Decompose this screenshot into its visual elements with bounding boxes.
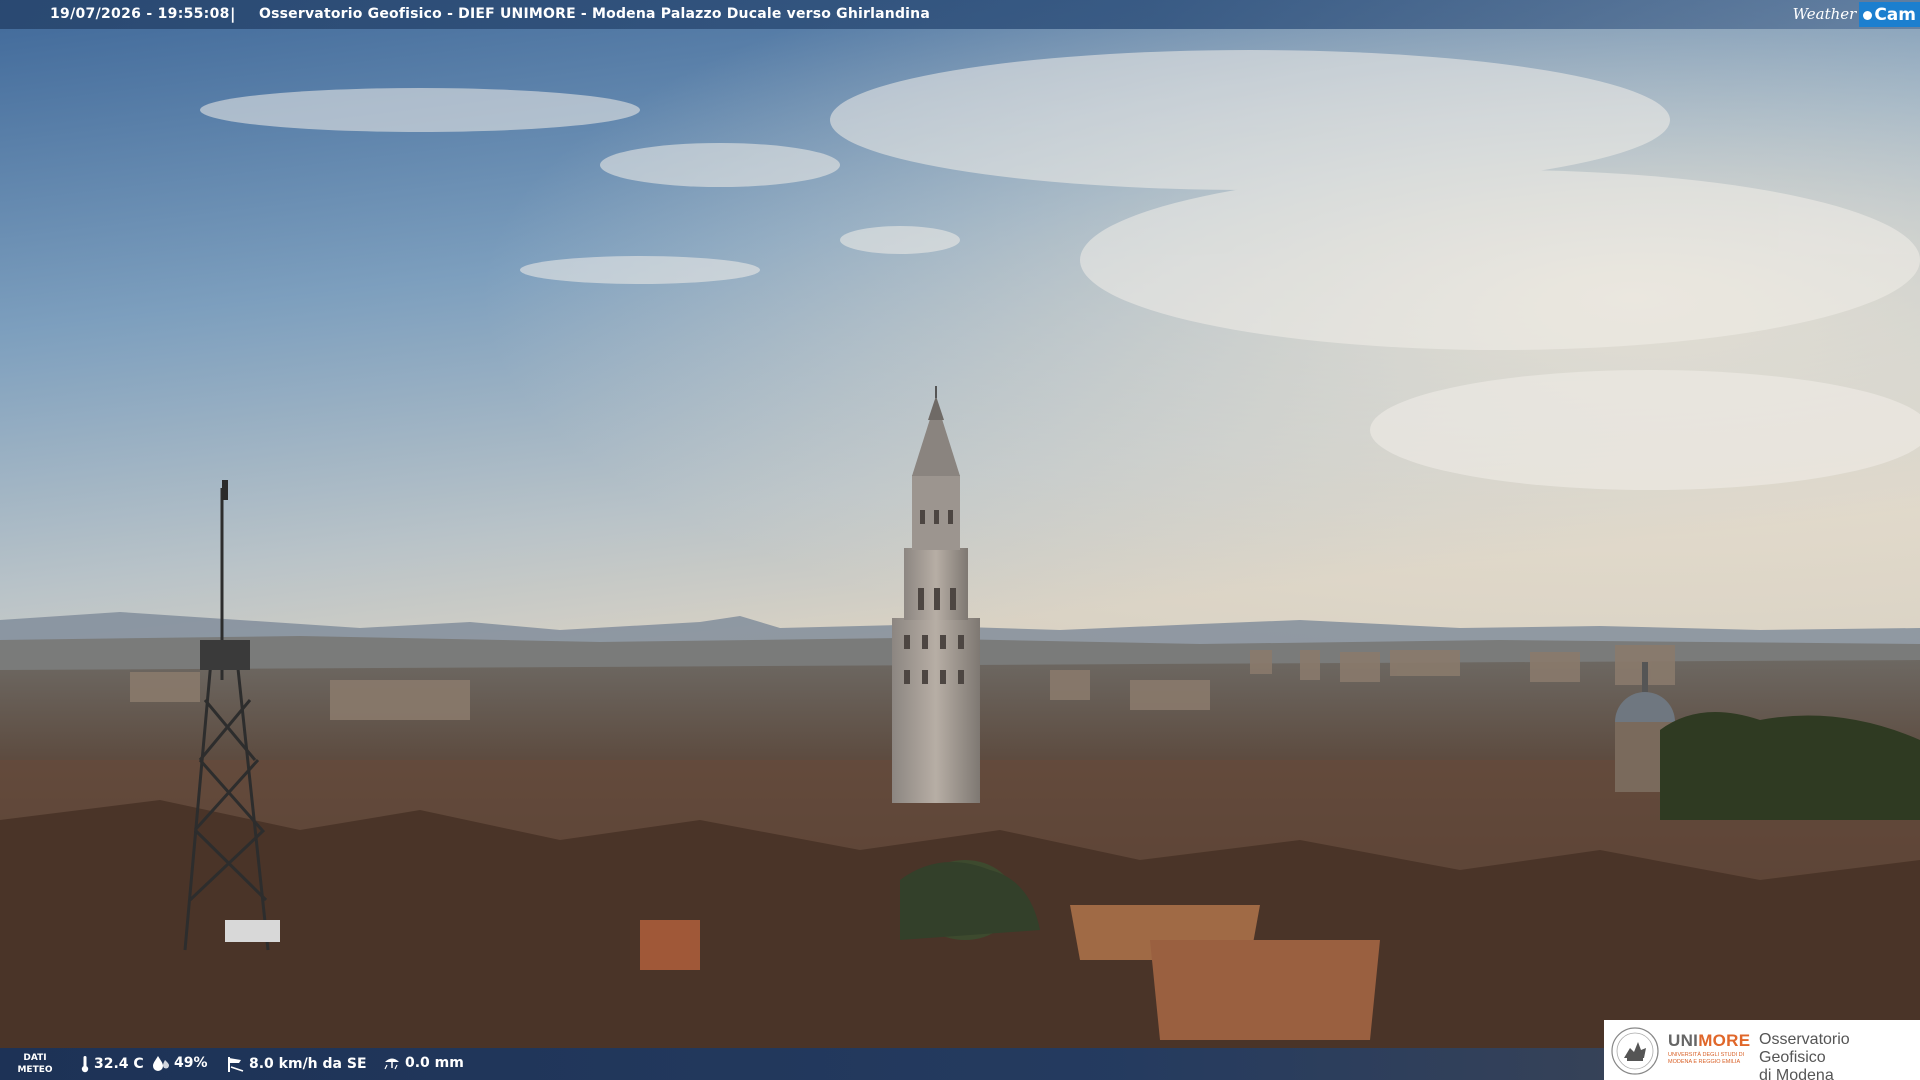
weather-data-label-line1: DATI <box>23 1053 47 1063</box>
caption-separator: | <box>230 5 236 23</box>
weathercam-weather-text: Weather <box>1792 5 1857 23</box>
wind-reading: 8.0 km/h da SE <box>225 1055 367 1073</box>
observatory-name: Osservatorio Geofisico di Modena <box>1759 1031 1920 1080</box>
weather-data-label: DATI METEO <box>16 1052 54 1076</box>
webcam-lens-icon <box>1863 10 1873 20</box>
unimore-suffix: MORE <box>1698 1031 1751 1050</box>
weathercam-badge: Cam <box>1859 2 1920 27</box>
capture-datetime: 19/07/2026 - 19:55:08 <box>50 6 230 22</box>
unimore-logo: UNIMORE UNIVERSITÀ DEGLI STUDI DI MODENA… <box>1604 1020 1920 1080</box>
temperature-reading: 32.4 C <box>80 1055 144 1073</box>
weathercam-cam-text: Cam <box>1874 5 1916 25</box>
weathercam-logo: Weather Cam <box>1793 2 1920 27</box>
thermometer-icon <box>81 1056 89 1073</box>
university-seal-icon <box>1611 1027 1659 1075</box>
weather-data-bar: DATI METEO 32.4 C 49% 8.0 km/h da SE 0.0… <box>0 1048 1604 1080</box>
unimore-wordmark: UNIMORE <box>1668 1031 1750 1051</box>
unimore-subtitle: UNIVERSITÀ DEGLI STUDI DI MODENA E REGGI… <box>1668 1052 1745 1065</box>
caption-bar: 19/07/2026 - 19:55:08 | Osservatorio Geo… <box>0 0 1920 29</box>
wind-icon <box>228 1057 244 1072</box>
observatory-name-line1: Osservatorio Geofisico <box>1759 1031 1850 1066</box>
webcam-image <box>0 0 1920 1080</box>
rain-value: 0.0 mm <box>405 1055 464 1071</box>
rain-gauge-icon <box>384 1058 399 1070</box>
temperature-value: 32.4 C <box>94 1056 144 1072</box>
wind-value: 8.0 km/h da SE <box>249 1056 367 1072</box>
humidity-drop-icon <box>153 1056 169 1071</box>
humidity-reading: 49% <box>152 1055 208 1071</box>
unimore-prefix: UNI <box>1668 1031 1699 1050</box>
weather-data-label-line2: METEO <box>17 1065 53 1075</box>
observatory-name-line2: di Modena <box>1759 1067 1834 1080</box>
humidity-value: 49% <box>174 1055 208 1071</box>
camera-title: Osservatorio Geofisico - DIEF UNIMORE - … <box>259 6 930 22</box>
rain-reading: 0.0 mm <box>383 1055 464 1071</box>
